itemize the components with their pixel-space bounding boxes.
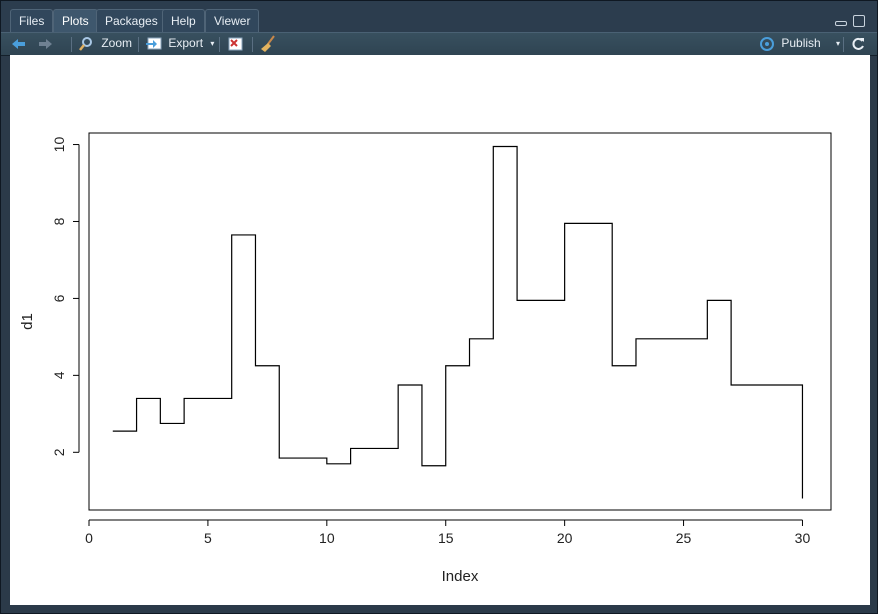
- y-axis-label: d1: [19, 313, 36, 330]
- x-tick-label: 5: [204, 530, 212, 546]
- toolbar-separator: [219, 37, 220, 52]
- x-tick-label: 30: [795, 530, 811, 546]
- x-tick-label: 10: [319, 530, 335, 546]
- maximize-icon[interactable]: [853, 15, 865, 27]
- series-step-line: [112, 145, 804, 499]
- tab-files[interactable]: Files: [10, 9, 54, 32]
- x-tick-label: 0: [85, 530, 93, 546]
- x-tick-label: 25: [676, 530, 692, 546]
- pane-tab-bar: Files Plots Packages Help Viewer: [1, 1, 877, 32]
- plot-viewer: 0 5 10 15 20 25 30 Index 2 4 6 8 10 d1: [10, 55, 870, 605]
- y-tick-label: 4: [51, 371, 67, 379]
- zoom-label: Zoom: [101, 36, 133, 50]
- y-tick-label: 8: [51, 217, 67, 225]
- x-axis-label: Index: [442, 568, 479, 585]
- tab-packages[interactable]: Packages: [96, 9, 167, 32]
- publish-button[interactable]: Publish ▾: [758, 33, 840, 55]
- plots-pane: Files Plots Packages Help Viewer Zoom Ex…: [0, 0, 878, 614]
- toolbar-separator: [71, 37, 72, 52]
- x-tick-label: 15: [438, 530, 454, 546]
- export-label: Export: [168, 36, 204, 50]
- y-tick-label: 2: [51, 448, 67, 456]
- plot-frame: [88, 132, 832, 511]
- chevron-down-icon: ▾: [836, 39, 841, 48]
- export-button[interactable]: Export ▾: [145, 33, 214, 55]
- zoom-icon: [79, 37, 92, 51]
- tab-help[interactable]: Help: [162, 9, 205, 32]
- toolbar-separator: [138, 37, 139, 52]
- x-tick-label: 20: [557, 530, 573, 546]
- refresh-icon[interactable]: [850, 33, 866, 55]
- remove-plot-icon[interactable]: [226, 33, 244, 55]
- back-arrow-icon[interactable]: [11, 33, 27, 55]
- minimize-icon[interactable]: [835, 21, 847, 26]
- toolbar-separator: [843, 37, 844, 52]
- chart-svg: 0 5 10 15 20 25 30 Index 2 4 6 8 10 d1: [19, 132, 832, 585]
- export-icon: [146, 37, 162, 50]
- tab-viewer[interactable]: Viewer: [205, 9, 260, 32]
- broom-icon[interactable]: [259, 33, 277, 55]
- tab-plots[interactable]: Plots: [53, 9, 98, 32]
- publish-icon: [760, 37, 774, 51]
- forward-arrow-icon[interactable]: [37, 33, 53, 55]
- toolbar-separator: [252, 37, 253, 52]
- y-tick-label: 10: [51, 137, 67, 153]
- y-tick-label: 6: [51, 294, 67, 302]
- zoom-button[interactable]: Zoom: [78, 33, 132, 55]
- plots-toolbar: Zoom Export ▾ Publish ▾: [1, 32, 877, 56]
- chevron-down-icon: ▾: [210, 39, 215, 48]
- publish-label: Publish: [781, 36, 821, 50]
